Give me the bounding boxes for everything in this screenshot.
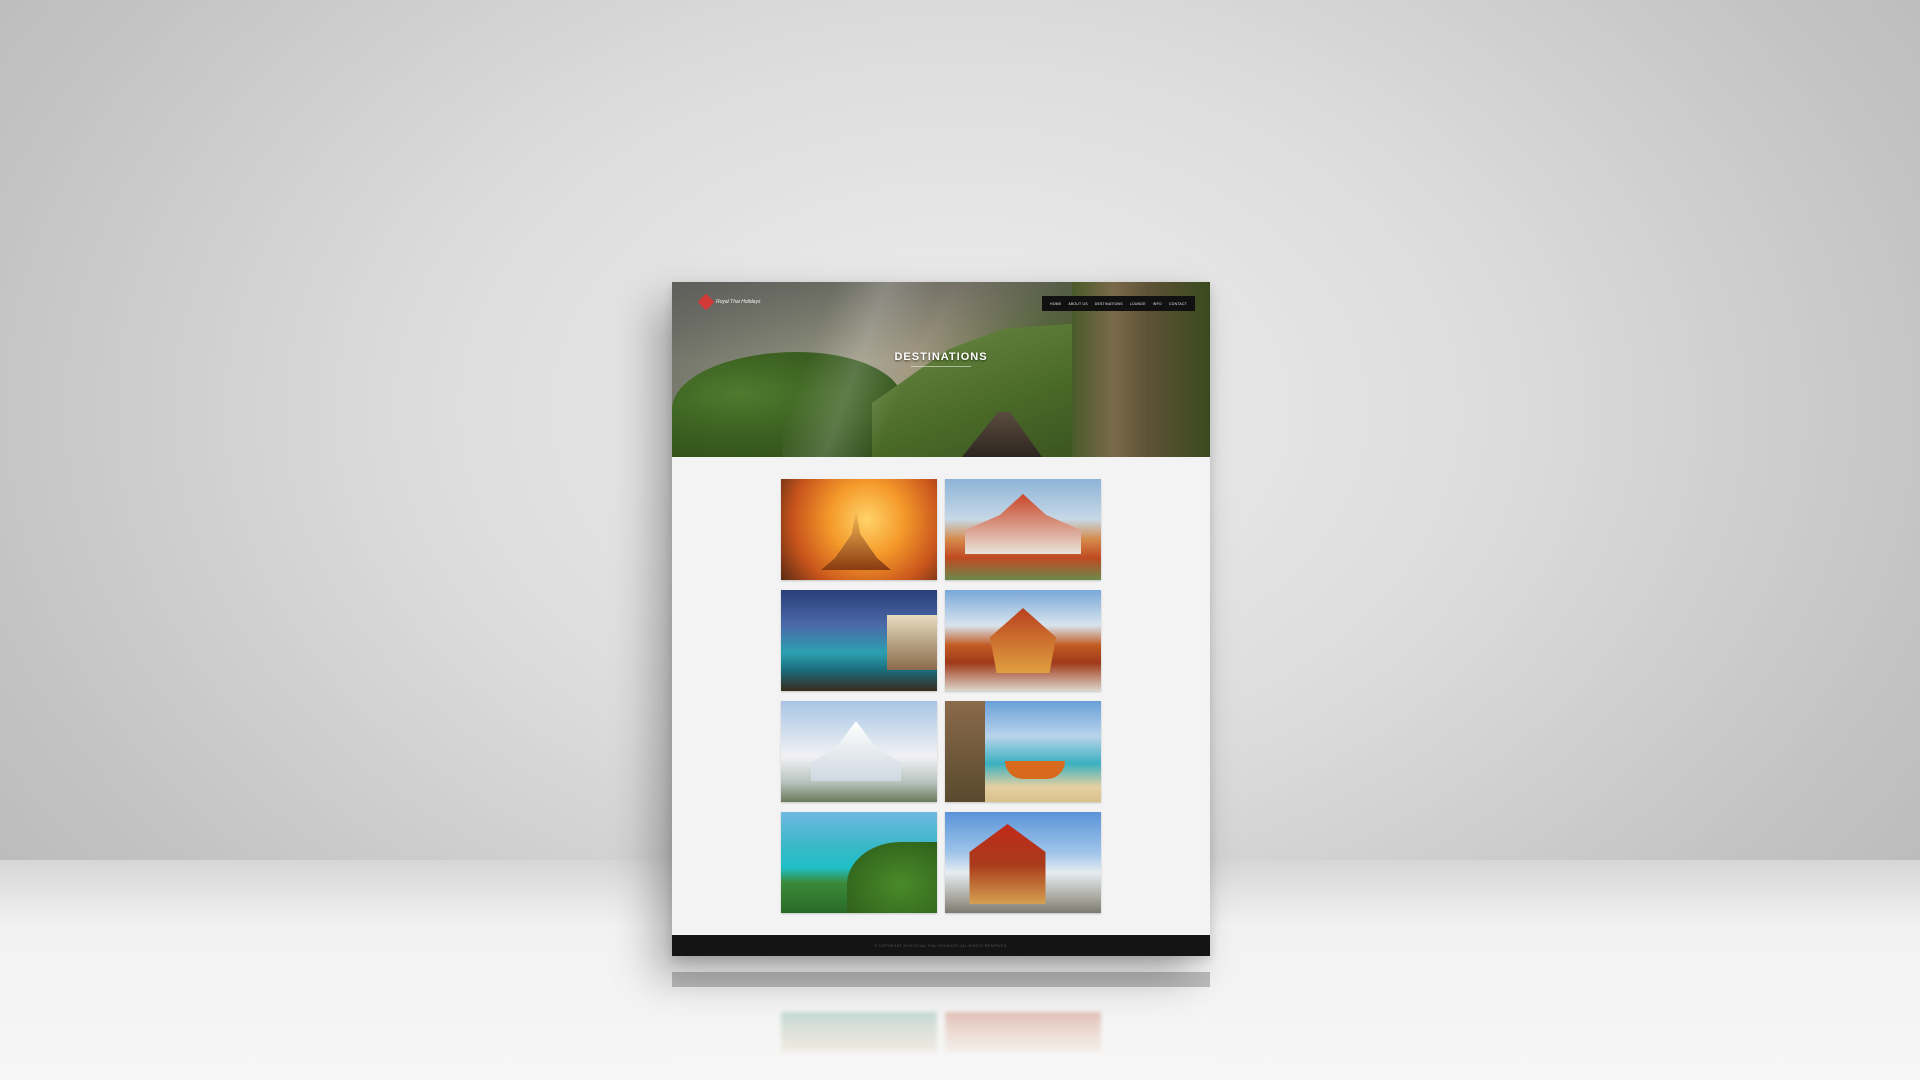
hero-banner: Royal Thai Holidays HOME ABOUT US DESTIN…	[672, 282, 1210, 457]
title-underline	[911, 366, 971, 367]
destination-tile-tropical-bay[interactable]	[781, 812, 937, 913]
destination-tile-golden-temple[interactable]	[945, 590, 1101, 691]
nav-item-info[interactable]: INFO	[1153, 302, 1162, 306]
page-reflection	[672, 972, 1210, 1080]
nav-item-contact[interactable]: CONTACT	[1169, 302, 1187, 306]
logo-diamond-icon	[697, 293, 715, 311]
destination-tile-marble-temple[interactable]	[945, 479, 1101, 580]
destination-tile-temple-sunset[interactable]	[781, 479, 937, 580]
destination-tile-longtail-boat[interactable]	[945, 701, 1101, 802]
page-title: DESTINATIONS	[894, 351, 988, 363]
main-nav: HOME ABOUT US DESTINATIONS LOUNGE INFO C…	[1042, 296, 1195, 311]
destination-tile-pool-villa[interactable]	[781, 590, 937, 691]
website-page: Royal Thai Holidays HOME ABOUT US DESTIN…	[672, 282, 1210, 956]
destination-tile-white-temple[interactable]	[781, 701, 937, 802]
footer-copyright: © COPYRIGHT 2019 ROYAL THAI HOLIDAYS. AL…	[874, 943, 1008, 948]
reflection-fade	[672, 990, 1210, 1080]
nav-item-lounge[interactable]: LOUNGE	[1130, 302, 1146, 306]
hero-glare	[782, 282, 982, 457]
destination-tile-royal-pavilion[interactable]	[945, 812, 1101, 913]
site-logo[interactable]: Royal Thai Holidays	[697, 293, 761, 311]
logo-text: Royal Thai Holidays	[716, 299, 761, 305]
nav-item-home[interactable]: HOME	[1050, 302, 1061, 306]
site-footer: © COPYRIGHT 2019 ROYAL THAI HOLIDAYS. AL…	[672, 935, 1210, 956]
destinations-grid	[781, 479, 1101, 913]
nav-item-destinations[interactable]: DESTINATIONS	[1095, 302, 1123, 306]
nav-item-about-us[interactable]: ABOUT US	[1068, 302, 1087, 306]
